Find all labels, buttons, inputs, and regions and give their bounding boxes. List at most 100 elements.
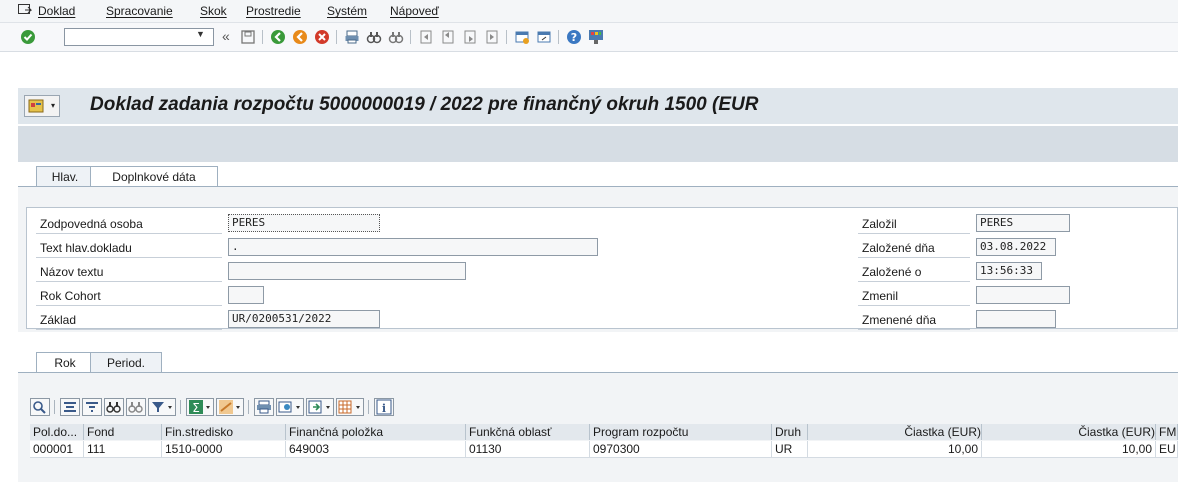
binoculars-next-icon bbox=[128, 402, 143, 413]
standard-toolbar: ▼ « ? bbox=[0, 23, 1178, 52]
label-text-hlav-dokladu: Text hlav.dokladu bbox=[40, 241, 132, 255]
application-toolbar bbox=[18, 126, 1178, 162]
tab-period[interactable]: Period. bbox=[90, 352, 162, 372]
save-icon[interactable] bbox=[240, 29, 256, 45]
sort-ascending-button[interactable] bbox=[60, 398, 80, 416]
column-header-ciastka-eur-2[interactable]: Čiastka (EUR) bbox=[982, 424, 1156, 440]
row-underline bbox=[858, 281, 970, 282]
zaklad-field[interactable]: UR/0200531/2022 bbox=[228, 310, 380, 328]
menu-prostredie[interactable]: Prostredie bbox=[246, 4, 301, 18]
page-title: Doklad zadania rozpočtu 5000000019 / 202… bbox=[90, 94, 759, 115]
tab-doplnkove-data[interactable]: Doplnkové dáta bbox=[90, 166, 218, 187]
command-dropdown-icon[interactable]: ▼ bbox=[196, 29, 205, 39]
cancel-icon[interactable] bbox=[314, 29, 330, 45]
column-header-fond[interactable]: Fond bbox=[84, 424, 162, 440]
column-header-druh[interactable]: Druh bbox=[772, 424, 808, 440]
menu-doklad[interactable]: Doklad bbox=[38, 4, 75, 18]
menu-spracovanie[interactable]: Spracovanie bbox=[106, 4, 173, 18]
label-zalozil: Založil bbox=[862, 217, 897, 231]
command-field[interactable] bbox=[64, 28, 214, 46]
menu-bar: Doklad Spracovanie Skok Prostredie Systé… bbox=[0, 0, 1178, 23]
find-button[interactable] bbox=[104, 398, 124, 416]
sort-descending-icon bbox=[86, 402, 98, 412]
total-button[interactable]: Σ bbox=[186, 398, 214, 416]
table-cell-fm[interactable]: EU bbox=[1156, 441, 1178, 458]
zalozene-o-field[interactable]: 13:56:33 bbox=[976, 262, 1042, 280]
menu-napoved[interactable]: Nápoveď bbox=[390, 4, 439, 18]
rok-cohort-field[interactable] bbox=[228, 286, 264, 304]
find-next-icon[interactable] bbox=[388, 29, 404, 45]
column-header-funkcna-oblast[interactable]: Funkčná oblasť bbox=[466, 424, 590, 440]
sort-descending-button[interactable] bbox=[82, 398, 102, 416]
column-header-fm[interactable]: FM bbox=[1156, 424, 1178, 440]
zodpovedna-osoba-field[interactable]: PERES bbox=[228, 214, 380, 232]
column-header-fin-stredisko[interactable]: Fin.stredisko bbox=[162, 424, 286, 440]
column-header-financna-polozka[interactable]: Finančná položka bbox=[286, 424, 466, 440]
new-session-icon[interactable] bbox=[514, 29, 530, 45]
binoculars-icon bbox=[106, 402, 121, 413]
views-button[interactable] bbox=[276, 398, 304, 416]
magnifier-icon bbox=[33, 401, 46, 414]
menu-skok[interactable]: Skok bbox=[200, 4, 227, 18]
details-button[interactable] bbox=[30, 398, 50, 416]
table-cell-ciastka-eur[interactable]: 10,00 bbox=[808, 441, 982, 458]
label-zalozene-dna: Založené dňa bbox=[862, 241, 935, 255]
info-button[interactable]: i bbox=[374, 398, 394, 416]
print-grid-button[interactable] bbox=[254, 398, 274, 416]
filter-icon bbox=[152, 402, 172, 412]
first-page-icon[interactable] bbox=[418, 29, 434, 45]
export-button[interactable] bbox=[306, 398, 334, 416]
table-cell-fond[interactable]: 111 bbox=[84, 441, 162, 458]
row-underline bbox=[858, 305, 970, 306]
sum-icon: Σ bbox=[189, 400, 210, 415]
tab-hlav[interactable]: Hlav. bbox=[36, 166, 94, 186]
title-bar: ▾ Doklad zadania rozpočtu 5000000019 / 2… bbox=[18, 88, 1178, 124]
help-icon[interactable]: ? bbox=[566, 29, 582, 45]
svg-text:i: i bbox=[382, 402, 386, 415]
filter-button[interactable] bbox=[148, 398, 176, 416]
svg-text:Σ: Σ bbox=[192, 401, 200, 415]
prev-page-icon[interactable] bbox=[440, 29, 456, 45]
find-next-button[interactable] bbox=[126, 398, 146, 416]
find-icon[interactable] bbox=[366, 29, 382, 45]
next-page-icon[interactable] bbox=[462, 29, 478, 45]
table-cell-pol-do[interactable]: 000001 bbox=[30, 441, 84, 458]
row-underline bbox=[36, 257, 222, 258]
print-icon[interactable] bbox=[344, 29, 360, 45]
object-services-button[interactable]: ▾ bbox=[24, 95, 60, 117]
exit-icon[interactable] bbox=[292, 29, 308, 45]
customize-layout-icon[interactable] bbox=[588, 29, 604, 45]
table-cell-ciastka-eur-2[interactable]: 10,00 bbox=[982, 441, 1156, 458]
collapse-icon[interactable]: « bbox=[222, 28, 230, 44]
column-header-pol-do[interactable]: Pol.do... bbox=[30, 424, 84, 440]
sap-menu-icon[interactable] bbox=[18, 4, 32, 16]
table-cell-financna-polozka[interactable]: 649003 bbox=[286, 441, 466, 458]
back-green-icon[interactable] bbox=[270, 29, 286, 45]
table-cell-program-rozpoctu[interactable]: 0970300 bbox=[590, 441, 772, 458]
nazov-textu-field[interactable] bbox=[228, 262, 466, 280]
info-icon: i bbox=[376, 399, 392, 415]
label-zmenene-dna: Zmenené dňa bbox=[862, 313, 937, 327]
table-cell-druh[interactable]: UR bbox=[772, 441, 808, 458]
layout-icon bbox=[338, 400, 360, 414]
zmenene-dna-field[interactable] bbox=[976, 310, 1056, 328]
layout-button[interactable] bbox=[336, 398, 364, 416]
last-page-icon[interactable] bbox=[484, 29, 500, 45]
print-icon bbox=[257, 400, 271, 414]
zalozil-field[interactable]: PERES bbox=[976, 214, 1070, 232]
zalozene-dna-field[interactable]: 03.08.2022 bbox=[976, 238, 1056, 256]
table-cell-fin-stredisko[interactable]: 1510-0000 bbox=[162, 441, 286, 458]
text-hlav-dokladu-field[interactable]: . bbox=[228, 238, 598, 256]
shortcut-icon[interactable] bbox=[536, 29, 552, 45]
subtotal-button[interactable] bbox=[216, 398, 244, 416]
tab-rok[interactable]: Rok bbox=[36, 352, 94, 373]
enter-icon[interactable] bbox=[20, 29, 36, 45]
column-header-program-rozpoctu[interactable]: Program rozpočtu bbox=[590, 424, 772, 440]
table-cell-funkcna-oblast[interactable]: 01130 bbox=[466, 441, 590, 458]
zmenil-field[interactable] bbox=[976, 286, 1070, 304]
menu-system[interactable]: Systém bbox=[327, 4, 367, 18]
svg-text:?: ? bbox=[571, 31, 577, 44]
row-underline bbox=[858, 233, 970, 234]
column-header-ciastka-eur[interactable]: Čiastka (EUR) bbox=[808, 424, 982, 440]
label-zalozene-o: Založené o bbox=[862, 265, 922, 279]
